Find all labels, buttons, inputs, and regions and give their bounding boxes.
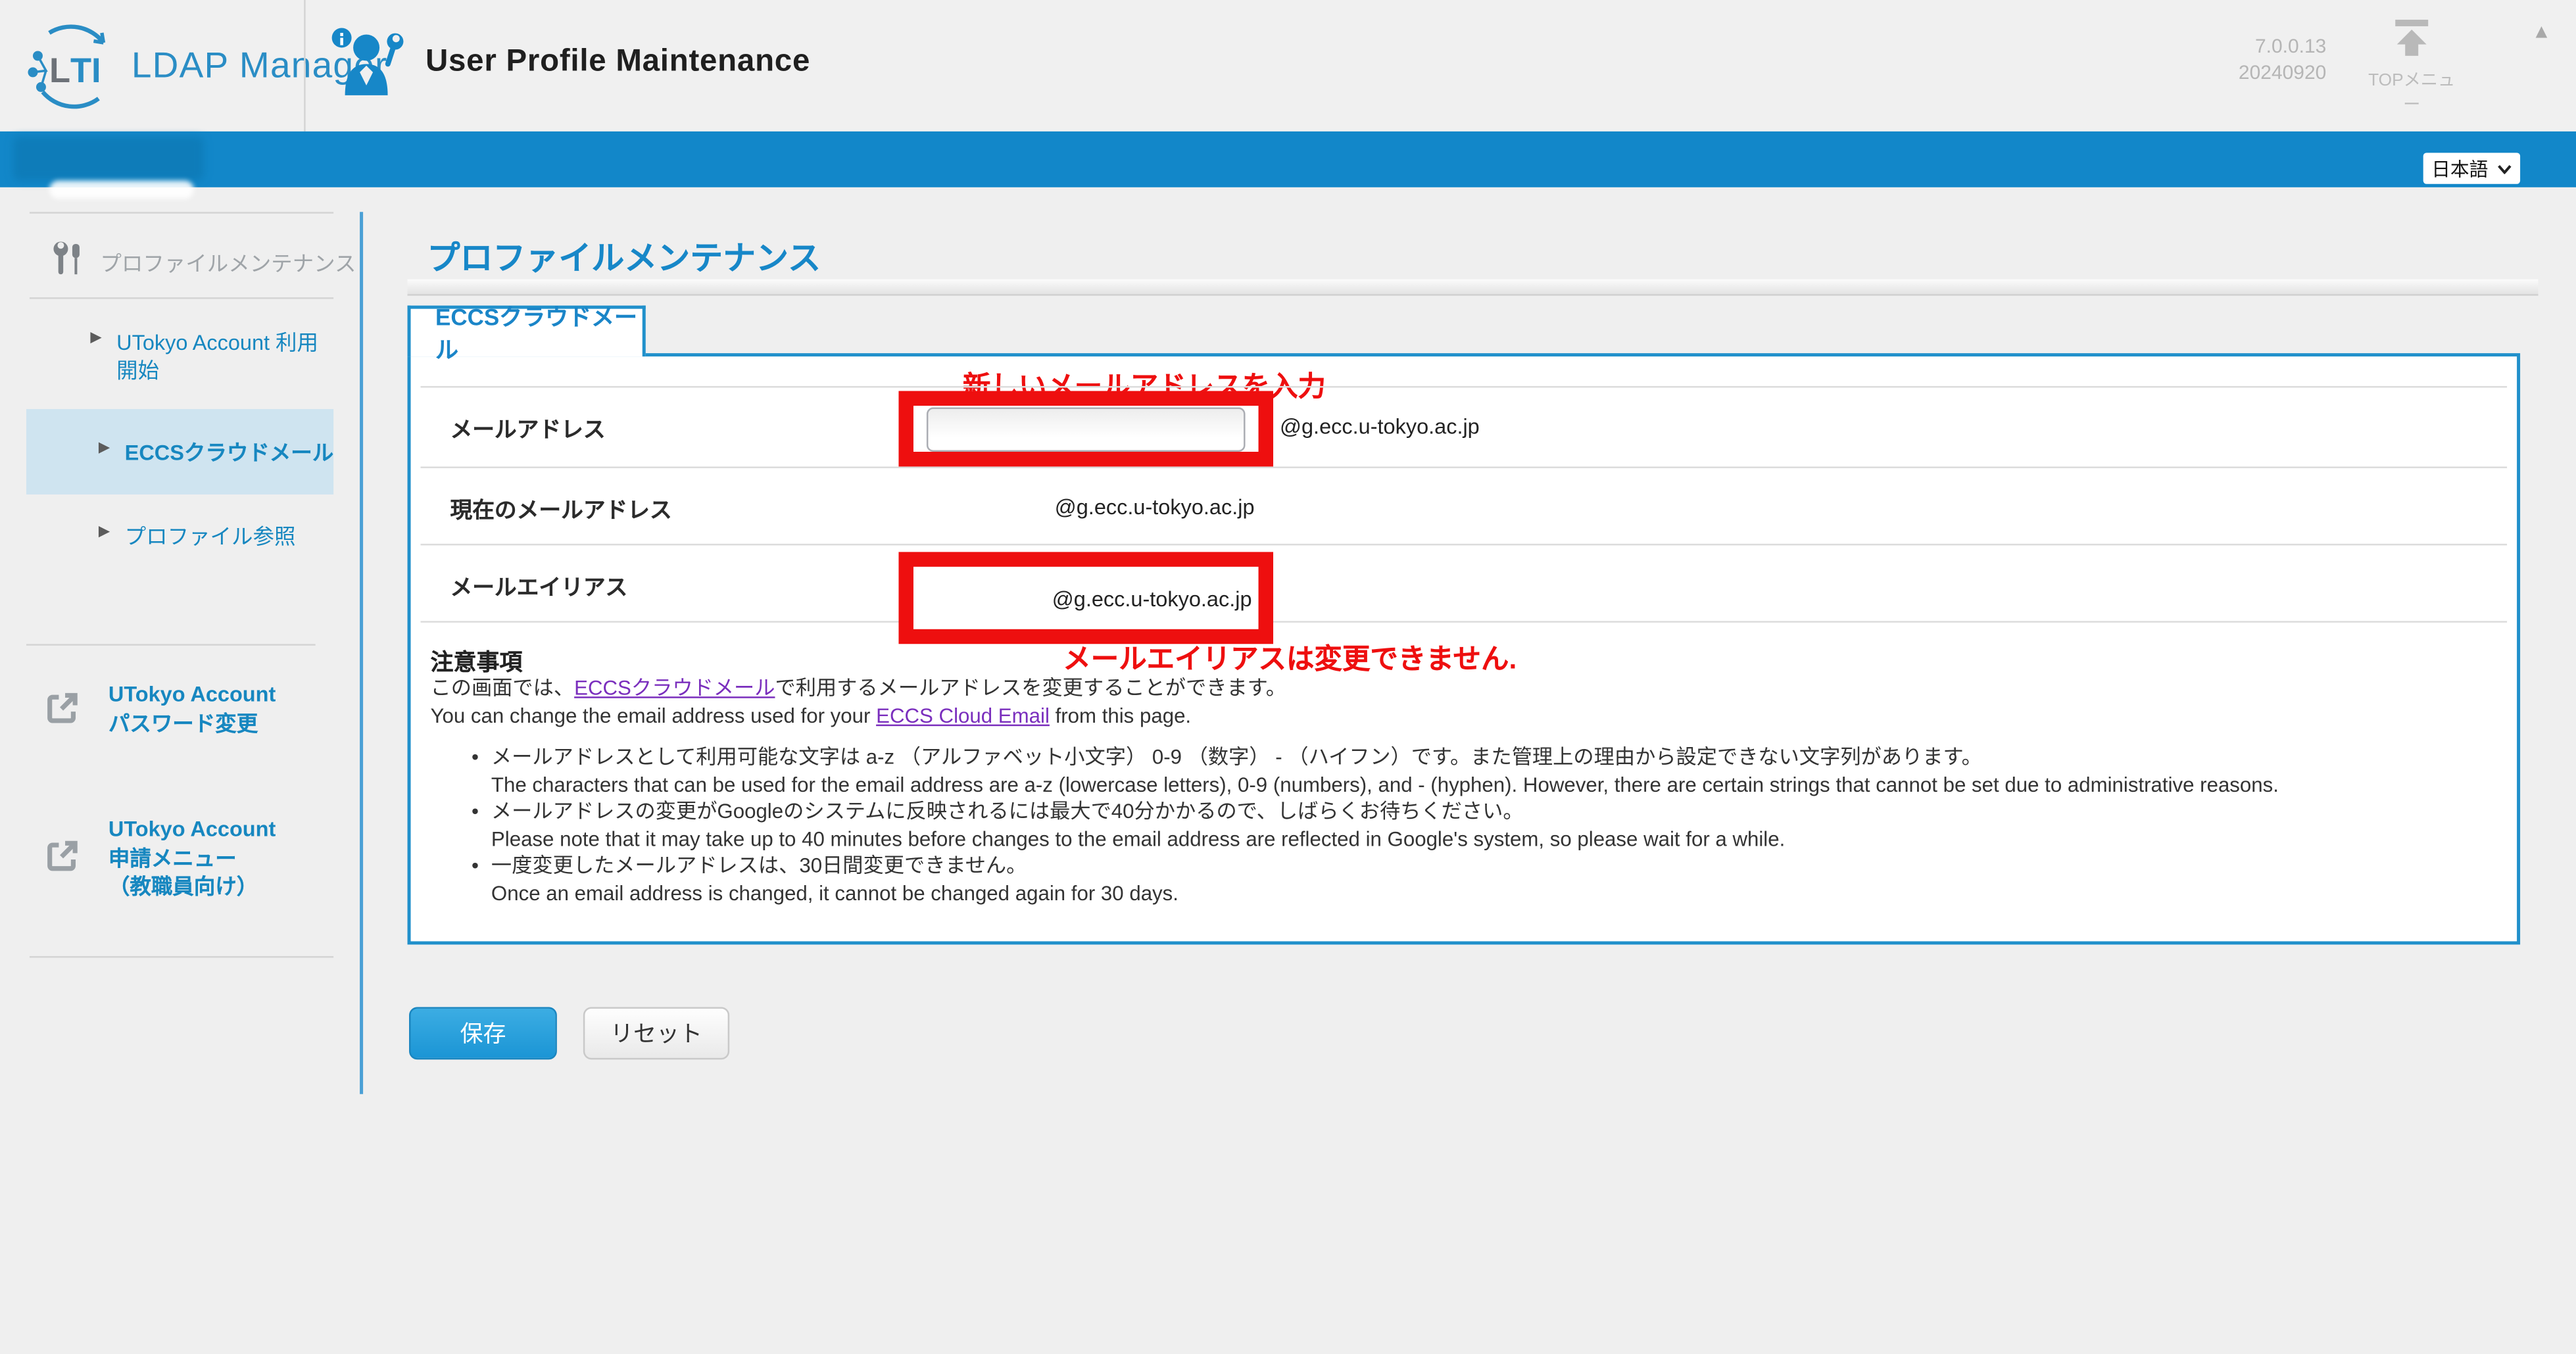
- version-number: 7.0.0.13: [2181, 33, 2326, 59]
- sidebar-item-utokyo-account-start[interactable]: ▶ UTokyo Account 利用 開始: [90, 329, 333, 385]
- tab-label: ECCSクラウドメール: [435, 300, 643, 366]
- bullet-en: Once an email address is changed, it can…: [491, 880, 2502, 907]
- divider: [30, 297, 333, 299]
- eccs-cloud-mail-link-jp[interactable]: ECCSクラウドメール: [574, 677, 775, 700]
- current-email-value: @g.ecc.u-tokyo.ac.jp: [1055, 495, 1255, 519]
- sidebar-item-profile-reference[interactable]: ▶ プロファイル参照: [99, 522, 342, 550]
- notes-heading: 注意事項: [431, 646, 523, 679]
- sidebar-link-label: パスワード変更: [109, 709, 276, 738]
- app-header: LTI LDAP Manager User Profile Maintena: [0, 0, 2576, 132]
- page-title: プロファイルメンテナンス: [427, 231, 821, 279]
- sidebar-link-label: UTokyo Account: [109, 680, 276, 709]
- sidebar-link-label: （教職員向け）: [109, 872, 276, 901]
- sidebar-item-label: 開始: [116, 356, 333, 384]
- annotation-alias-hint: メールエイリアスは変更できません.: [1063, 636, 1517, 677]
- triangle-right-icon: ▶: [99, 522, 110, 550]
- sidebar-section-header: プロファイルメンテナンス: [49, 240, 356, 283]
- current-email-label: 現在のメールアドレス: [450, 491, 671, 524]
- list-item: メールアドレスとして利用可能な文字は a-z （アルファベット小文字） 0-9 …: [465, 744, 2502, 798]
- tools-icon: [49, 240, 85, 283]
- annotation-box-email-alias: @g.ecc.u-tokyo.ac.jp: [898, 552, 1273, 644]
- triangle-right-icon: ▶: [90, 329, 101, 385]
- notes-intro-en: You can change the email address used fo…: [431, 703, 2485, 731]
- header-divider: [304, 0, 305, 132]
- build-date: 20240920: [2181, 59, 2326, 85]
- tab-eccs-cloud-mail[interactable]: ECCSクラウドメール: [408, 306, 646, 356]
- email-alias-label: メールエイリアス: [450, 568, 627, 601]
- eccs-cloud-email-link-en[interactable]: ECCS Cloud Email: [876, 705, 1050, 728]
- page-header-title: User Profile Maintenance: [425, 44, 810, 80]
- email-local-part-input[interactable]: [927, 406, 1246, 450]
- divider: [30, 212, 333, 213]
- external-link-icon: [44, 690, 80, 726]
- upload-arrow-icon: [2391, 18, 2433, 57]
- redaction-artifact: [49, 181, 194, 199]
- bullet-jp: メールアドレスの変更がGoogleのシステムに反映されるには最大で40分かかるの…: [491, 798, 2502, 825]
- bullet-jp: メールアドレスとして利用可能な文字は a-z （アルファベット小文字） 0-9 …: [491, 744, 2502, 771]
- notes-intro: この画面では、ECCSクラウドメールで利用するメールアドレスを変更することができ…: [431, 675, 2485, 731]
- sidebar-item-eccs-cloud-mail[interactable]: ▶ ECCSクラウドメール: [99, 439, 342, 466]
- notes-intro-jp: この画面では、ECCSクラウドメールで利用するメールアドレスを変更することができ…: [431, 675, 2485, 703]
- top-menu-button[interactable]: TOPメニュー: [2362, 18, 2461, 116]
- user-bar: [0, 132, 2576, 187]
- notes-text: from this page.: [1050, 705, 1191, 728]
- reset-button[interactable]: リセット: [583, 1007, 729, 1059]
- sidebar-section-title: プロファイルメンテナンス: [100, 245, 356, 276]
- sidebar-link-password-change[interactable]: UTokyo Account パスワード変更: [44, 680, 276, 737]
- sidebar-item-label: UTokyo Account 利用: [116, 329, 333, 356]
- table-row-divider: [421, 466, 2508, 468]
- sidebar-link-label: 申請メニュー: [109, 844, 276, 873]
- page: LTI LDAP Manager User Profile Maintena: [0, 0, 2576, 1353]
- email-domain-suffix: @g.ecc.u-tokyo.ac.jp: [1280, 414, 1480, 439]
- version-info: 7.0.0.13 20240920: [2181, 33, 2326, 85]
- notes-text: で利用するメールアドレスを変更することができます。: [775, 677, 1286, 700]
- list-item: 一度変更したメールアドレスは、30日間変更できません。 Once an emai…: [465, 853, 2502, 907]
- content-panel: 新しいメールアドレスを入力 メールアドレス @g.ecc.u-tokyo.ac.…: [408, 353, 2521, 944]
- sidebar-item-label: プロファイル参照: [125, 522, 342, 550]
- chevron-down-icon: [2497, 164, 2512, 174]
- external-link-icon: [44, 838, 80, 874]
- save-button[interactable]: 保存: [409, 1007, 557, 1059]
- bullet-en: The characters that can be used for the …: [491, 771, 2502, 798]
- table-row-divider: [421, 621, 2508, 622]
- email-alias-value: @g.ecc.u-tokyo.ac.jp: [1052, 586, 1252, 610]
- sidebar-divider-line: [360, 212, 363, 1094]
- divider: [26, 644, 316, 645]
- user-profile-icon: [329, 26, 404, 99]
- table-row-divider: [421, 386, 2508, 387]
- table-row-divider: [421, 544, 2508, 545]
- top-menu-label: TOPメニュー: [2362, 67, 2461, 116]
- notes-text: You can change the email address used fo…: [431, 705, 877, 728]
- language-select[interactable]: 日本語: [2423, 153, 2520, 183]
- divider: [30, 956, 333, 957]
- ldap-logo-icon: LTI: [26, 20, 118, 112]
- annotation-box-email-input: [898, 391, 1273, 467]
- notes-text: この画面では、: [431, 677, 575, 700]
- triangle-right-icon: ▶: [99, 439, 110, 466]
- language-select-value: 日本語: [2431, 155, 2488, 181]
- email-address-label: メールアドレス: [450, 411, 605, 444]
- sidebar-link-label: UTokyo Account: [109, 815, 276, 844]
- bullet-en: Please note that it may take up to 40 mi…: [491, 825, 2502, 852]
- notes-bullet-list: メールアドレスとして利用可能な文字は a-z （アルファベット小文字） 0-9 …: [465, 744, 2502, 907]
- list-item: メールアドレスの変更がGoogleのシステムに反映されるには最大で40分かかるの…: [465, 798, 2502, 852]
- title-underline: [408, 279, 2539, 296]
- scroll-top-icon[interactable]: ▲: [2532, 20, 2552, 43]
- svg-text:LTI: LTI: [49, 52, 101, 90]
- bullet-jp: 一度変更したメールアドレスは、30日間変更できません。: [491, 853, 2502, 880]
- redacted-username: [13, 136, 204, 180]
- sidebar-item-label: ECCSクラウドメール: [125, 439, 342, 466]
- sidebar-link-application-menu[interactable]: UTokyo Account 申請メニュー （教職員向け）: [44, 815, 276, 901]
